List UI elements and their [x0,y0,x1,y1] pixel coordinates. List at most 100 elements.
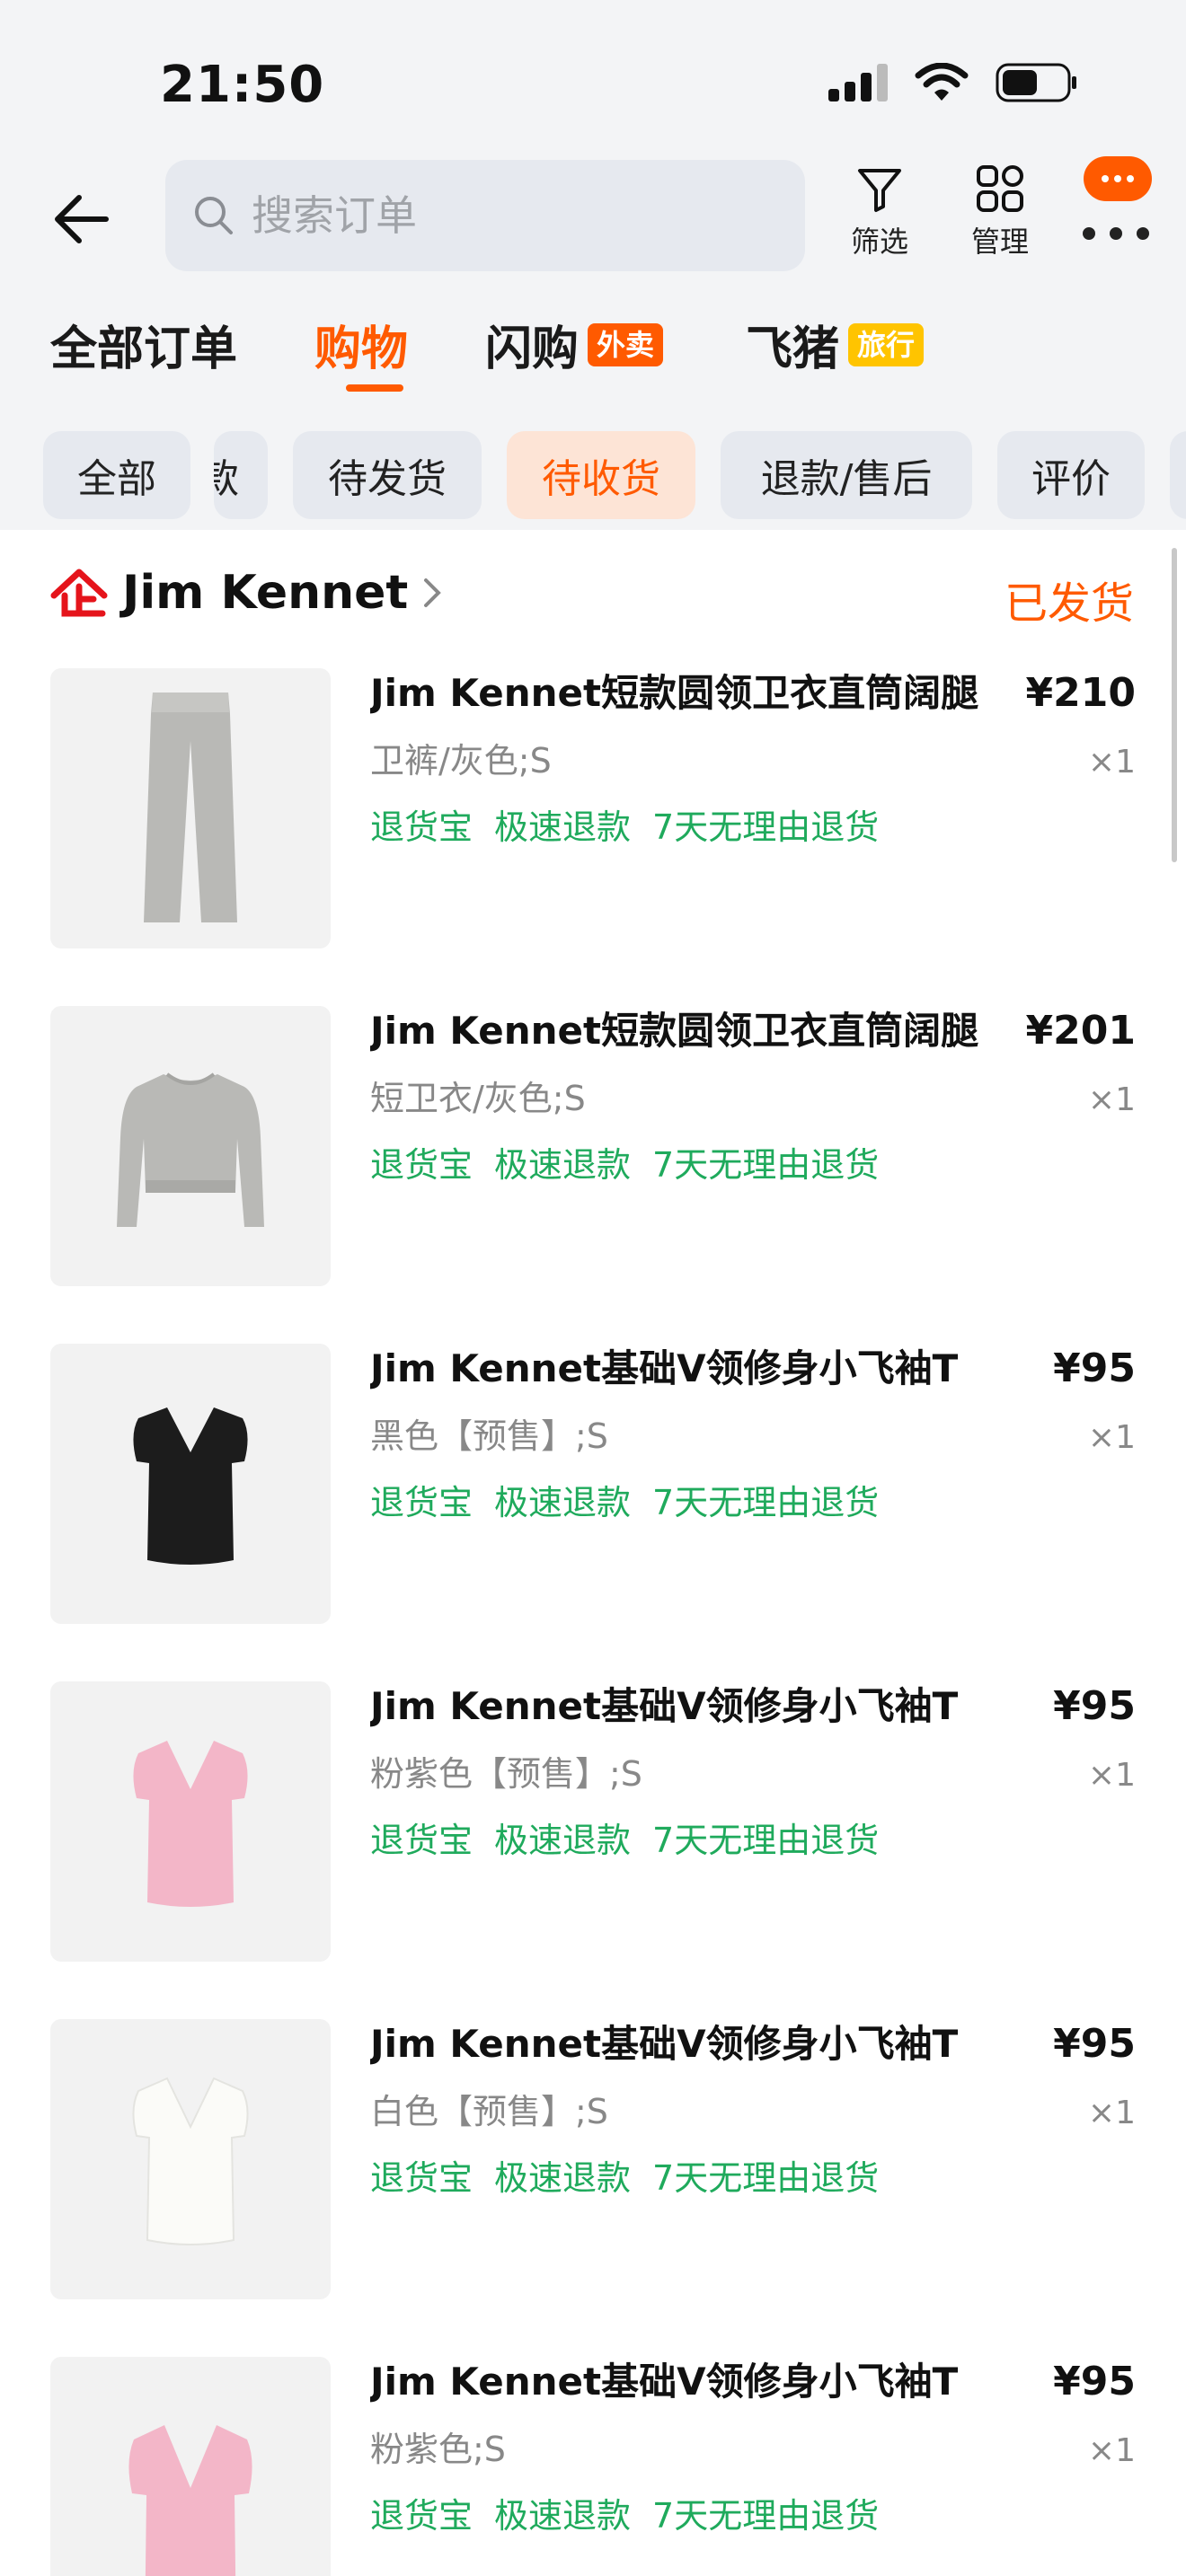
product-price: ¥201 [1025,1008,1136,1054]
service-tag: 7天无理由退货 [652,2158,880,2198]
service-tags: 退货宝 极速退款 7天无理由退货 [370,1480,879,1525]
cellular-signal-icon [828,64,888,101]
product-sku: 卫裤/灰色;S [370,741,552,781]
tab-label: 闪购 [485,322,580,376]
service-tag: 退货宝 [370,2496,474,2536]
service-tag: 7天无理由退货 [652,1145,880,1185]
chip-label: 评价 [1031,456,1111,502]
service-tags: 退货宝 极速退款 7天无理由退货 [370,1142,879,1187]
chip-more-partial[interactable] [1170,431,1186,519]
product-quantity: ×1 [1087,744,1136,781]
status-time: 21:50 [160,56,325,114]
order-item[interactable]: Jim Kennet基础V领修身小飞袖T ¥95 黑色【预售】;S ×1 退货宝… [50,1344,1136,1624]
order-item[interactable]: Jim Kennet基础V领修身小飞袖T ¥95 粉紫色【预售】;S ×1 退货… [50,1681,1136,1962]
tab-fliggy[interactable]: 飞猪 旅行 [746,311,925,378]
order-item[interactable]: Jim Kennet基础V领修身小飞袖T ¥95 白色【预售】;S ×1 退货宝… [50,2019,1136,2299]
product-quantity: ×1 [1087,1081,1136,1118]
service-tag: 极速退款 [494,1145,632,1185]
shop-header[interactable]: Jim Kennet [50,566,446,620]
tab-label: 全部订单 [50,322,238,376]
chip-all[interactable]: 全部 [43,431,190,519]
filter-chips: 全部 款 待发货 待收货 退款/售后 评价 [0,413,1186,530]
product-title[interactable]: Jim Kennet基础V领修身小飞袖T [370,1344,1053,1394]
product-price: ¥210 [1025,670,1136,716]
messages-button[interactable] [1076,156,1157,246]
product-price: ¥95 [1053,2021,1136,2067]
search-box[interactable] [165,160,805,271]
order-item[interactable]: Jim Kennet基础V领修身小飞袖T ¥95 粉紫色;S ×1 退货宝 极速… [50,2357,1136,2576]
service-tags: 退货宝 极速退款 7天无理由退货 [370,2493,879,2538]
tab-flash-purchase[interactable]: 闪购 外卖 [485,311,664,378]
service-tag: 极速退款 [494,1821,632,1860]
product-image[interactable] [50,2019,331,2299]
tab-label: 购物 [314,322,409,376]
scrollbar[interactable] [1172,548,1177,862]
grid-icon [977,165,1023,212]
chip-label: 待收货 [542,456,660,502]
product-price: ¥95 [1053,1345,1136,1391]
active-tab-indicator [346,384,403,392]
chip-label: 待发货 [328,456,447,502]
chip-review[interactable]: 评价 [997,431,1145,519]
product-sku: 粉紫色【预售】;S [370,1754,642,1794]
service-tag: 7天无理由退货 [652,2496,880,2536]
product-title[interactable]: Jim Kennet短款圆领卫衣直筒阔腿 [370,1006,1053,1056]
manage-label: 管理 [970,225,1029,259]
tab-shopping[interactable]: 购物 [314,311,408,378]
product-image[interactable] [50,1681,331,1962]
tab-all-orders[interactable]: 全部订单 [50,311,237,378]
black-tshirt-image [133,1407,248,1565]
chip-label: 款 [214,456,239,502]
shop-name: Jim Kennet [122,566,409,620]
service-tag: 7天无理由退货 [652,807,880,847]
service-tag: 退货宝 [370,1483,474,1522]
service-tag: 7天无理由退货 [652,1821,880,1860]
chip-refund-after-sales[interactable]: 退款/售后 [721,431,972,519]
order-card: Jim Kennet 已发货 Jim Kennet短款圆领卫衣直筒阔腿 ¥210… [0,530,1186,2576]
product-sku: 白色【预售】;S [370,2092,608,2131]
service-tag: 极速退款 [494,1483,632,1522]
search-icon [195,197,233,234]
product-image[interactable] [50,668,331,948]
service-tag: 退货宝 [370,1821,474,1860]
chip-label: 退款/售后 [760,456,933,502]
product-title[interactable]: Jim Kennet基础V领修身小飞袖T [370,2357,1053,2407]
service-tags: 退货宝 极速退款 7天无理由退货 [370,2156,879,2201]
back-button[interactable] [49,187,113,251]
service-tag: 极速退款 [494,807,632,847]
search-input[interactable] [252,191,755,240]
order-item[interactable]: Jim Kennet短款圆领卫衣直筒阔腿 ¥210 卫裤/灰色;S ×1 退货宝… [50,668,1136,948]
filter-button[interactable]: 筛选 [830,163,929,260]
product-title[interactable]: Jim Kennet基础V领修身小飞袖T [370,1681,1053,1732]
gray-pants-image [144,693,237,922]
takeout-badge: 外卖 [588,322,664,366]
manage-button[interactable]: 管理 [951,163,1049,260]
pink-tshirt-image [133,1741,248,1907]
product-price: ¥95 [1053,1683,1136,1729]
product-image[interactable] [50,1344,331,1624]
tab-label: 飞猪 [746,322,840,376]
product-title[interactable]: Jim Kennet短款圆领卫衣直筒阔腿 [370,668,1053,719]
service-tag: 退货宝 [370,807,474,847]
service-tag: 极速退款 [494,2158,632,2198]
chip-pending-receipt[interactable]: 待收货 [507,431,695,519]
filter-label: 筛选 [850,225,908,259]
enterprise-shop-icon [50,569,108,617]
chip-partial[interactable]: 款 [214,431,268,519]
service-tag: 退货宝 [370,2158,474,2198]
chevron-right-icon [424,578,442,607]
chip-pending-shipment[interactable]: 待发货 [293,431,482,519]
service-tag: 7天无理由退货 [652,1483,880,1522]
product-image[interactable] [50,2357,331,2576]
product-title[interactable]: Jim Kennet基础V领修身小飞袖T [370,2019,1053,2069]
product-image[interactable] [50,1006,331,1286]
order-item[interactable]: Jim Kennet短款圆领卫衣直筒阔腿 ¥201 短卫衣/灰色;S ×1 退货… [50,1006,1136,1286]
product-sku: 黑色【预售】;S [370,1416,608,1456]
arrow-left-icon [55,195,109,243]
funnel-icon [858,169,901,212]
product-quantity: ×1 [1087,1419,1136,1456]
product-quantity: ×1 [1087,2095,1136,2131]
header: 筛选 管理 [0,135,1186,278]
chip-label: 全部 [77,456,156,502]
battery-icon [996,63,1076,102]
